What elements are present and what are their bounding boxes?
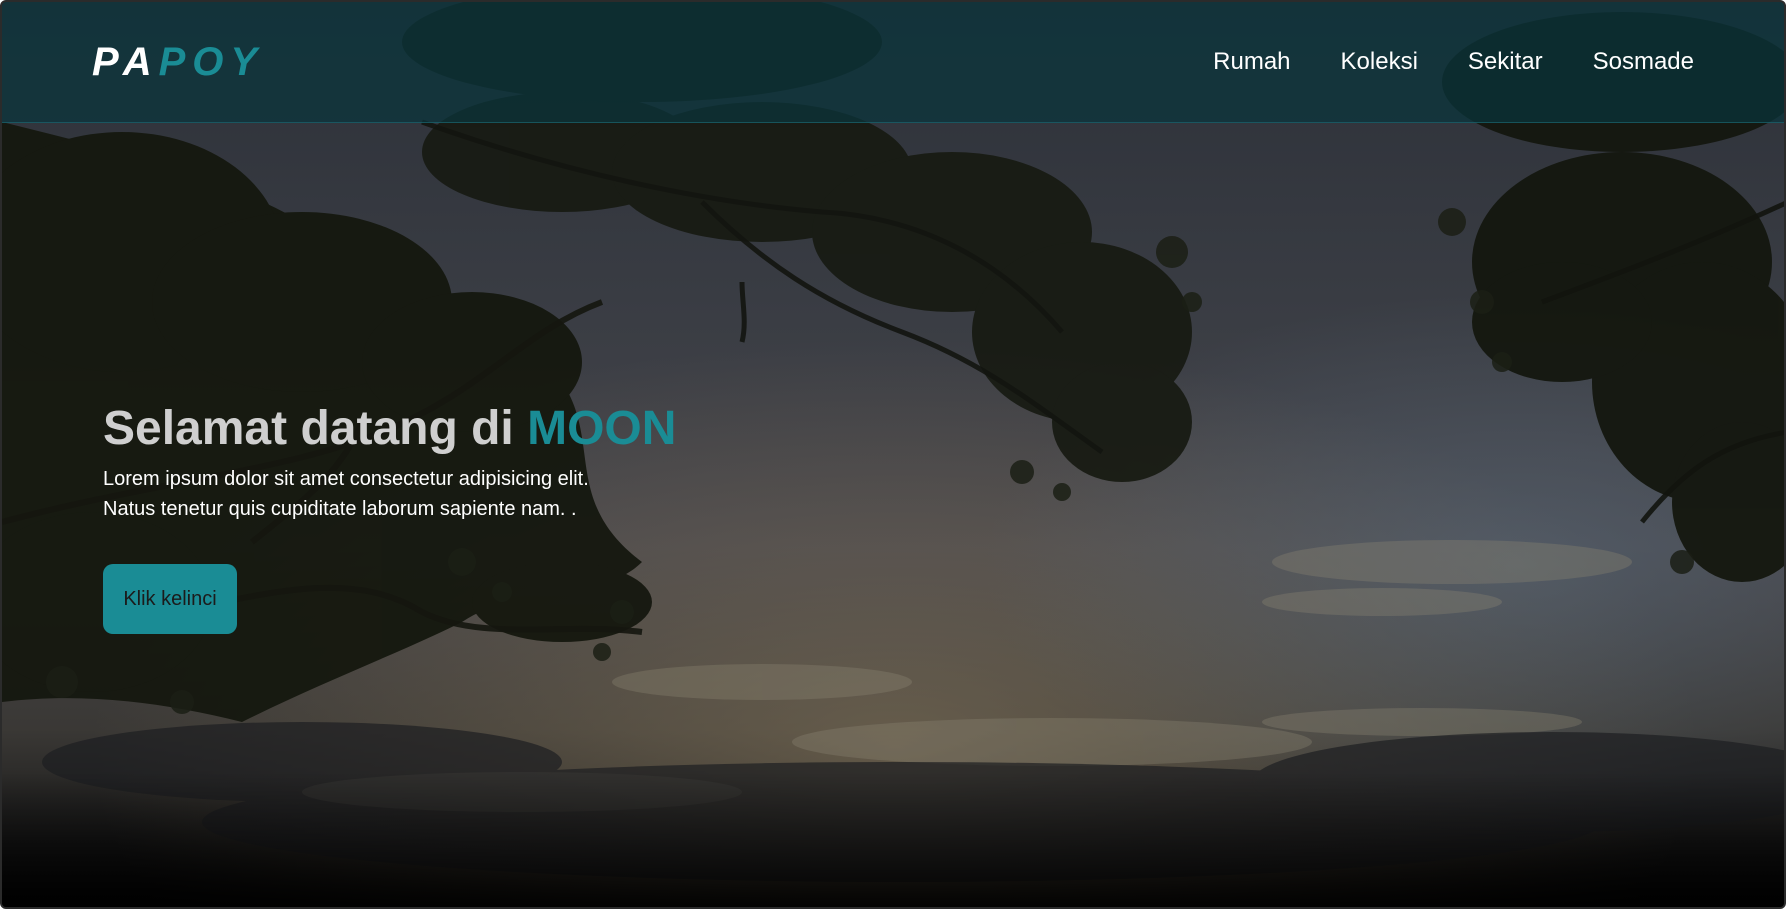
hero-description-line-1: Lorem ipsum dolor sit amet consectetur a… bbox=[103, 468, 589, 490]
hero-description: Lorem ipsum dolor sit amet consectetur a… bbox=[103, 464, 863, 524]
logo-part-2: POY bbox=[158, 40, 265, 84]
hero-title-highlight: MOON bbox=[527, 402, 677, 455]
nav-link-sekitar[interactable]: Sekitar bbox=[1468, 46, 1543, 78]
hero-content: Selamat datang di MOON Lorem ipsum dolor… bbox=[103, 400, 863, 634]
logo-part-1: PA bbox=[92, 40, 159, 84]
hero-title: Selamat datang di MOON bbox=[103, 400, 863, 458]
main-nav: Rumah Koleksi Sekitar Sosmade bbox=[1213, 46, 1694, 78]
brand-logo[interactable]: PAPOY bbox=[92, 38, 264, 86]
nav-link-sosmade[interactable]: Sosmade bbox=[1593, 46, 1694, 78]
hero-title-prefix: Selamat datang di bbox=[103, 402, 528, 455]
top-navbar: PAPOY Rumah Koleksi Sekitar Sosmade bbox=[2, 2, 1784, 123]
page-frame: PAPOY Rumah Koleksi Sekitar Sosmade Sela… bbox=[0, 0, 1786, 909]
nav-link-rumah[interactable]: Rumah bbox=[1213, 46, 1290, 78]
hero-description-line-2: Natus tenetur quis cupiditate laborum sa… bbox=[103, 498, 577, 520]
klik-kelinci-button[interactable]: Klik kelinci bbox=[103, 564, 237, 634]
nav-link-koleksi[interactable]: Koleksi bbox=[1341, 46, 1418, 78]
